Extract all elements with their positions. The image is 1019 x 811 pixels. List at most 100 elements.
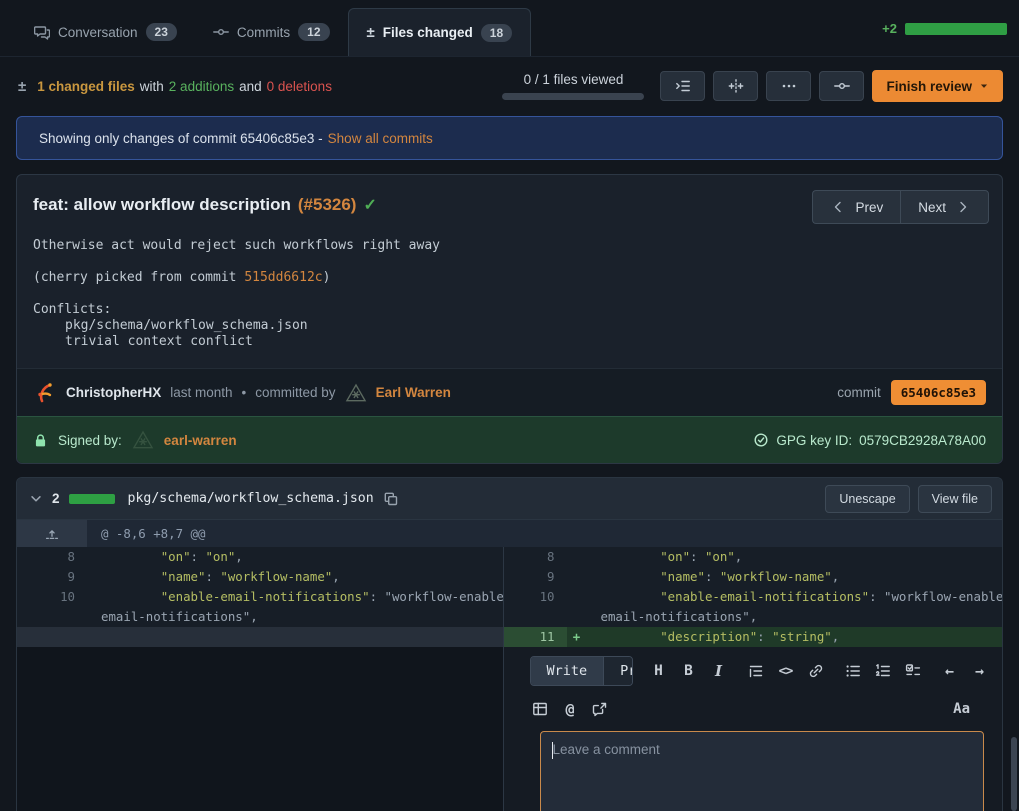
diff-line-number-new[interactable]	[503, 607, 567, 627]
diff-line-number-old[interactable]: 10	[17, 587, 87, 607]
verified-icon	[753, 432, 769, 448]
diff-line-number-old[interactable]	[17, 607, 87, 627]
commit-select-button[interactable]	[819, 71, 864, 101]
commits-icon	[213, 24, 229, 40]
file-tree-icon	[675, 78, 691, 94]
tab-conversation-label: Conversation	[58, 25, 138, 40]
link-icon[interactable]	[807, 662, 824, 680]
arrow-right-icon[interactable]: →	[971, 662, 988, 680]
reference-icon[interactable]	[592, 700, 609, 718]
gpg-key-id: 0579CB2928A78A00	[859, 433, 986, 448]
unordered-list-icon[interactable]	[844, 662, 861, 680]
diff-empty-line	[17, 627, 503, 647]
finish-review-button[interactable]: Finish review	[872, 70, 1003, 102]
pr-number-link[interactable]: (#5326)	[298, 195, 357, 215]
show-all-commits-link[interactable]: Show all commits	[328, 131, 433, 146]
files-changed-count-badge: 18	[481, 24, 512, 42]
diff-line-number-new[interactable]: 9	[503, 567, 567, 587]
conversation-count-badge: 23	[146, 23, 177, 41]
diff-line-number-old[interactable]: 9	[17, 567, 87, 587]
task-list-icon[interactable]	[904, 662, 921, 680]
kebab-icon	[781, 78, 797, 94]
write-tab[interactable]: Write	[531, 657, 604, 685]
commit-icon	[834, 78, 850, 94]
file-diff-stat-bar	[69, 494, 115, 504]
bold-icon[interactable]: B	[680, 662, 697, 680]
commits-count-badge: 12	[298, 23, 329, 41]
comment-editor-toolbar: Write Preview HBI <> ← →	[522, 656, 989, 686]
changed-files-link[interactable]: 1 changed files	[37, 79, 135, 94]
gpg-key-group: GPG key ID: 0579CB2928A78A00	[753, 432, 986, 448]
commit-filter-banner: Showing only changes of commit 65406c85e…	[16, 116, 1003, 160]
chevron-down-icon[interactable]	[29, 492, 43, 506]
file-tree-toggle-button[interactable]	[660, 71, 705, 101]
tab-files-changed[interactable]: ± Files changed 18	[348, 8, 532, 56]
committer-avatar[interactable]	[345, 382, 367, 404]
italic-icon[interactable]: I	[710, 662, 727, 680]
diff-line-sign	[567, 587, 587, 607]
commit-message: Otherwise act would reject such workflow…	[17, 230, 1002, 368]
committer-name-link[interactable]: Earl Warren	[376, 385, 451, 400]
comment-textarea[interactable]	[540, 731, 984, 811]
diff-line-number-new[interactable]: 8	[503, 547, 567, 567]
tab-commits[interactable]: Commits 12	[195, 8, 348, 56]
diff-stat-bar	[905, 23, 1007, 35]
diff-icon: ±	[18, 78, 26, 95]
commit-time: last month	[170, 385, 232, 400]
diff-split-view: @ -8,6 +8,7 @@8 "on": "on",8 "on": "on",…	[17, 520, 1002, 811]
changed-files-summary: ± 1 changed files with 2 additions and 0…	[18, 78, 332, 95]
scrollbar-thumb[interactable]	[1011, 737, 1017, 811]
commit-sha-group: commit 65406c85e3	[837, 380, 986, 405]
unescape-button[interactable]: Unescape	[825, 485, 909, 513]
text-cursor	[552, 742, 553, 759]
cherry-pick-sha-link[interactable]: 515dd6612c	[244, 270, 322, 285]
code-icon[interactable]: <>	[777, 662, 794, 680]
copy-icon[interactable]	[383, 491, 399, 507]
next-commit-button[interactable]: Next	[900, 190, 989, 224]
cherry-pick-text: )	[323, 270, 331, 285]
diff-line-number-new[interactable]: 10	[503, 587, 567, 607]
files-viewed-label: 0 / 1 files viewed	[502, 72, 644, 87]
mention-icon[interactable]: @	[562, 700, 579, 718]
signer-name-link[interactable]: earl-warren	[164, 433, 237, 448]
heading-icon[interactable]: H	[650, 662, 667, 680]
ordered-list-icon[interactable]	[874, 662, 891, 680]
insert-toolbar-icons: @	[532, 700, 609, 718]
author-name-link[interactable]: ChristopherHX	[66, 385, 161, 400]
diff-code-old: "enable-email-notifications": "workflow-…	[87, 587, 503, 607]
diff-line-number-new[interactable]: 11	[503, 627, 567, 647]
tab-conversation[interactable]: Conversation 23	[16, 8, 195, 56]
finish-review-label: Finish review	[886, 79, 972, 94]
commit-message-line: Otherwise act would reject such workflow…	[33, 238, 986, 254]
review-controls: 0 / 1 files viewed Finish review	[502, 70, 1003, 102]
signer-avatar[interactable]	[132, 429, 154, 451]
gpg-signed-row: Signed by: earl-warren GPG key ID: 0579C…	[17, 416, 1002, 463]
prev-commit-button[interactable]: Prev	[812, 190, 900, 224]
author-avatar[interactable]	[33, 381, 57, 405]
file-name[interactable]: pkg/schema/workflow_schema.json	[128, 491, 374, 506]
text-size-toggle[interactable]: Aa	[953, 701, 970, 717]
diff-code-new: "name": "workflow-name",	[587, 567, 1003, 587]
editor-mode-tabs: Write Preview	[530, 656, 634, 686]
files-viewed-bar	[502, 93, 644, 100]
diff-summary-row: ± 1 changed files with 2 additions and 0…	[0, 57, 1019, 114]
diff-code-new: email-notifications",	[587, 607, 1003, 627]
diff-line-number-old[interactable]: 8	[17, 547, 87, 567]
commit-sha-badge[interactable]: 65406c85e3	[891, 380, 986, 405]
signed-by-label: Signed by:	[58, 433, 122, 448]
commit-label: commit	[837, 385, 881, 400]
whitespace-diff-button[interactable]	[713, 71, 758, 101]
prev-label: Prev	[855, 200, 883, 215]
lock-icon	[33, 433, 48, 448]
expand-up-icon[interactable]	[17, 520, 87, 547]
diff-options-button[interactable]	[766, 71, 811, 101]
files-viewed-progress: 0 / 1 files viewed	[502, 72, 644, 100]
committed-by-text: committed by	[255, 385, 335, 400]
preview-tab[interactable]: Preview	[603, 657, 633, 685]
next-label: Next	[918, 200, 946, 215]
diff-code-new: "description": "string",	[587, 627, 1003, 647]
table-icon[interactable]	[532, 700, 549, 718]
quote-icon[interactable]	[747, 662, 764, 680]
view-file-button[interactable]: View file	[918, 485, 992, 513]
arrow-left-icon[interactable]: ←	[941, 662, 958, 680]
